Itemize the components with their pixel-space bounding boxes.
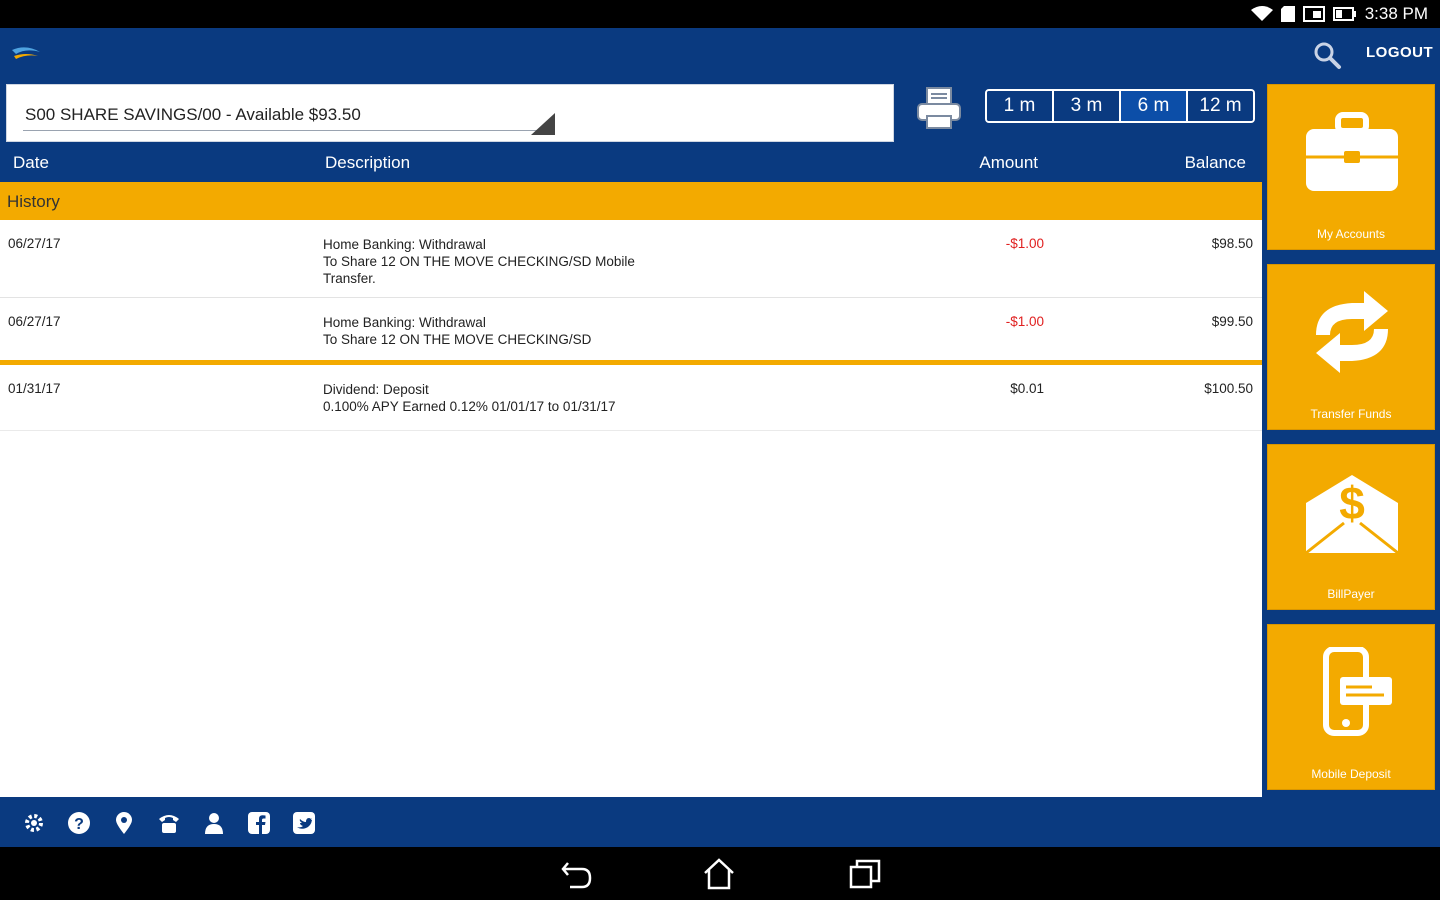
- user-icon[interactable]: [202, 811, 226, 835]
- footer-icons: ?: [22, 811, 316, 835]
- transaction-balance: $100.50: [1204, 381, 1253, 396]
- description-line: To Share 12 ON THE MOVE CHECKING/SD Mobi…: [323, 254, 635, 269]
- home-icon: [704, 858, 734, 890]
- side-menu: My Accounts Transfer Funds $ BillPayer M…: [1262, 80, 1440, 797]
- top-controls: S00 SHARE SAVINGS/00 - Available $93.50 …: [0, 80, 1262, 144]
- search-icon[interactable]: [1312, 40, 1342, 70]
- help-icon[interactable]: ?: [67, 811, 91, 835]
- sd-card-icon: [1280, 6, 1295, 22]
- transaction-date: 01/31/17: [8, 381, 61, 396]
- description-line: Transfer.: [323, 271, 376, 286]
- transaction-description: Dividend: Deposit 0.100% APY Earned 0.12…: [323, 381, 616, 415]
- transaction-date: 06/27/17: [8, 314, 61, 329]
- printer-icon[interactable]: [916, 86, 962, 130]
- history-section-header: History: [0, 182, 1262, 220]
- description-line: 0.100% APY Earned 0.12% 01/01/17 to 01/3…: [323, 399, 616, 414]
- transfer-funds-tile[interactable]: Transfer Funds: [1267, 264, 1435, 430]
- tile-label: BillPayer: [1327, 587, 1375, 601]
- transfer-arrows-icon: [1316, 291, 1388, 373]
- tile-label: My Accounts: [1316, 227, 1386, 241]
- transaction-amount: $0.01: [1010, 381, 1044, 396]
- wifi-icon: [1250, 6, 1273, 21]
- column-header-date: Date: [13, 153, 49, 172]
- mobile-deposit-icon: [1323, 647, 1392, 736]
- description-line: Home Banking: Withdrawal: [323, 315, 486, 330]
- recent-apps-button[interactable]: [848, 857, 882, 891]
- home-button[interactable]: [702, 857, 736, 891]
- dropdown-arrow-icon: [531, 113, 555, 135]
- main-content: S00 SHARE SAVINGS/00 - Available $93.50 …: [0, 80, 1262, 797]
- back-button[interactable]: [560, 857, 594, 891]
- status-bar: 3:38 PM: [0, 0, 1440, 28]
- svg-text:?: ?: [74, 816, 84, 833]
- description-line: Home Banking: Withdrawal: [323, 237, 486, 252]
- mobile-deposit-tile[interactable]: Mobile Deposit: [1267, 624, 1435, 790]
- period-selector: 1 m 3 m 6 m 12 m: [985, 89, 1255, 123]
- period-3m-button[interactable]: 3 m: [1054, 91, 1121, 121]
- transaction-date: 06/27/17: [8, 236, 61, 251]
- description-line: To Share 12 ON THE MOVE CHECKING/SD: [323, 332, 592, 347]
- status-time: 3:38 PM: [1364, 4, 1428, 23]
- table-header: Date Description Amount Balance: [0, 144, 1262, 182]
- table-row[interactable]: 01/31/17 Dividend: Deposit 0.100% APY Ea…: [0, 365, 1262, 431]
- table-row[interactable]: 06/27/17 Home Banking: Withdrawal To Sha…: [0, 220, 1262, 298]
- period-12m-button[interactable]: 12 m: [1188, 91, 1253, 121]
- transaction-description: Home Banking: Withdrawal To Share 12 ON …: [323, 236, 635, 287]
- logo-icon: [12, 47, 40, 59]
- account-select[interactable]: S00 SHARE SAVINGS/00 - Available $93.50: [6, 84, 894, 142]
- phone-icon[interactable]: [157, 811, 181, 835]
- facebook-icon[interactable]: [247, 811, 271, 835]
- back-icon: [561, 862, 592, 889]
- status-icons: 3:38 PM: [1250, 4, 1428, 24]
- column-header-amount: Amount: [979, 153, 1038, 172]
- transaction-amount: -$1.00: [1005, 236, 1044, 251]
- battery-icon: [1332, 7, 1356, 21]
- dollar-envelope-icon: $: [1305, 475, 1399, 555]
- transaction-balance: $98.50: [1211, 236, 1253, 251]
- svg-text:$: $: [1339, 477, 1365, 529]
- billpayer-tile[interactable]: $ BillPayer: [1267, 444, 1435, 610]
- table-row[interactable]: 06/27/17 Home Banking: Withdrawal To Sha…: [0, 298, 1262, 360]
- system-nav-bar: [0, 847, 1440, 900]
- transaction-balance: $99.50: [1211, 314, 1253, 329]
- recent-apps-icon: [849, 859, 881, 889]
- location-icon[interactable]: [112, 811, 136, 835]
- period-1m-button[interactable]: 1 m: [987, 91, 1054, 121]
- twitter-icon[interactable]: [292, 811, 316, 835]
- settings-icon[interactable]: [22, 811, 46, 835]
- my-accounts-tile[interactable]: My Accounts: [1267, 84, 1435, 250]
- briefcase-icon: [1306, 112, 1398, 191]
- app-header: LOGOUT: [0, 28, 1440, 80]
- account-select-underline: [23, 130, 553, 131]
- transaction-amount: -$1.00: [1005, 314, 1044, 329]
- transaction-list: 06/27/17 Home Banking: Withdrawal To Sha…: [0, 220, 1262, 431]
- footer-bar: ?: [0, 797, 1440, 847]
- period-6m-button[interactable]: 6 m: [1121, 91, 1188, 121]
- screenshot-icon: [1302, 6, 1325, 22]
- column-header-balance: Balance: [1184, 153, 1246, 172]
- tile-label: Transfer Funds: [1310, 407, 1392, 421]
- account-select-value: S00 SHARE SAVINGS/00 - Available $93.50: [25, 105, 361, 124]
- tile-label: Mobile Deposit: [1311, 767, 1391, 781]
- logout-button[interactable]: LOGOUT: [1366, 44, 1433, 61]
- column-header-description: Description: [325, 153, 411, 172]
- description-line: Dividend: Deposit: [323, 382, 429, 397]
- history-label: History: [7, 192, 60, 211]
- transaction-description: Home Banking: Withdrawal To Share 12 ON …: [323, 314, 591, 348]
